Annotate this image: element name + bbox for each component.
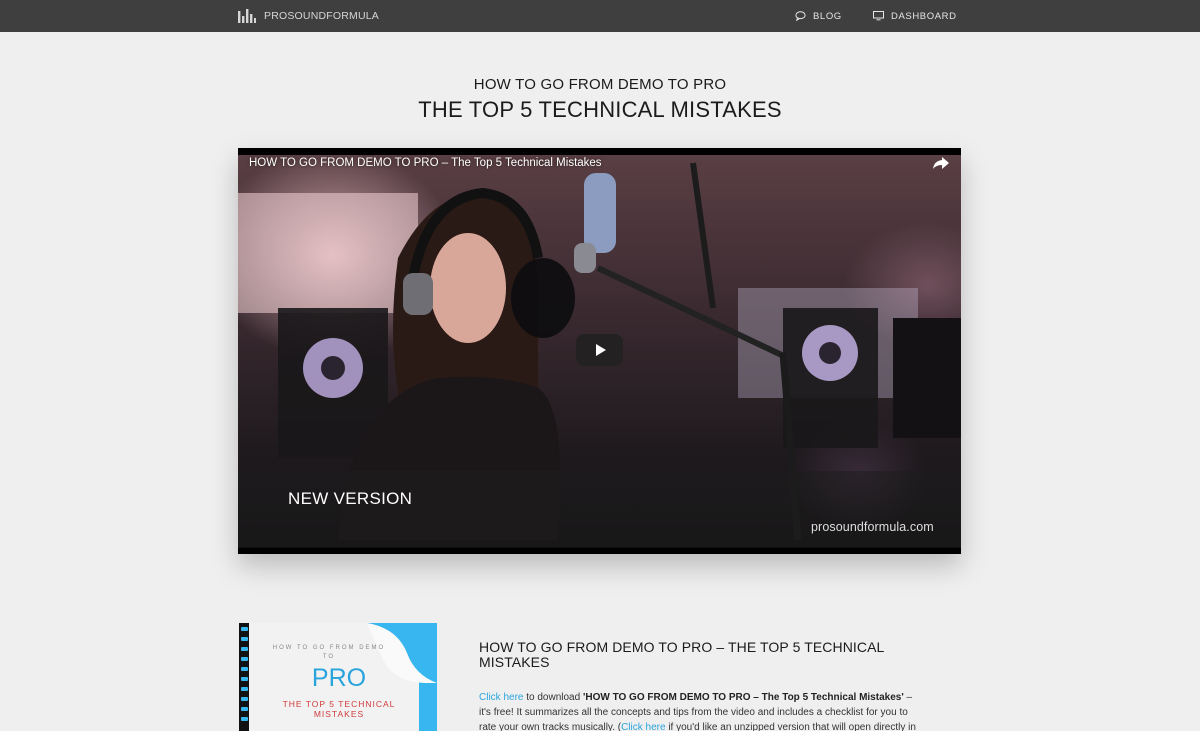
- body-text-1: to download: [523, 692, 583, 703]
- page-title: THE TOP 5 TECHNICAL MISTAKES: [418, 97, 782, 122]
- body-bold-title: 'HOW TO GO FROM DEMO TO PRO – The Top 5 …: [582, 692, 904, 703]
- download-section-body: Click here to download 'HOW TO GO FROM D…: [479, 690, 919, 731]
- download-section-title: HOW TO GO FROM DEMO TO PRO – THE TOP 5 T…: [479, 639, 884, 670]
- ebook-subtitle: THE TOP 5 TECHNICAL MISTAKES: [282, 699, 396, 719]
- ebook-big-title: PRO: [311, 664, 367, 692]
- nav-dashboard-link[interactable]: DASHBOARD: [873, 8, 957, 24]
- page-pre-title: HOW TO GO FROM DEMO TO PRO: [473, 76, 727, 93]
- version-banner-text: NEW VERSION: [288, 489, 413, 508]
- video-title[interactable]: HOW TO GO FROM DEMO TO PRO – The Top 5 T…: [249, 157, 602, 169]
- nav-blog-link[interactable]: BLOG: [795, 8, 842, 24]
- ebook-binding: [239, 623, 249, 731]
- play-button[interactable]: [576, 334, 623, 366]
- play-icon: [595, 344, 606, 356]
- video-player[interactable]: HOW TO GO FROM DEMO TO PRO – The Top 5 T…: [238, 148, 961, 554]
- site-logo[interactable]: PROSOUNDFORMULA: [238, 8, 379, 24]
- nav-blog-label: BLOG: [813, 10, 842, 22]
- equalizer-logo-icon: [238, 9, 256, 23]
- top-nav: PROSOUNDFORMULA BLOG DASHBOARD: [0, 0, 1200, 32]
- download-link[interactable]: Click here: [479, 692, 523, 703]
- version-banner: [238, 471, 961, 548]
- monitor-icon: [873, 11, 884, 21]
- ebook-cover-image[interactable]: HOW TO GO FROM DEMO TO PRO THE TOP 5 TEC…: [239, 623, 437, 731]
- share-icon[interactable]: [932, 155, 950, 171]
- speech-bubble-icon: [795, 11, 806, 21]
- logo-text: PROSOUNDFORMULA: [264, 10, 380, 22]
- video-watermark: prosoundformula.com: [811, 520, 934, 534]
- unzipped-version-link[interactable]: Click here: [621, 722, 665, 731]
- ebook-small-title: HOW TO GO FROM DEMO TO: [272, 645, 386, 660]
- nav-dashboard-label: DASHBOARD: [891, 10, 957, 22]
